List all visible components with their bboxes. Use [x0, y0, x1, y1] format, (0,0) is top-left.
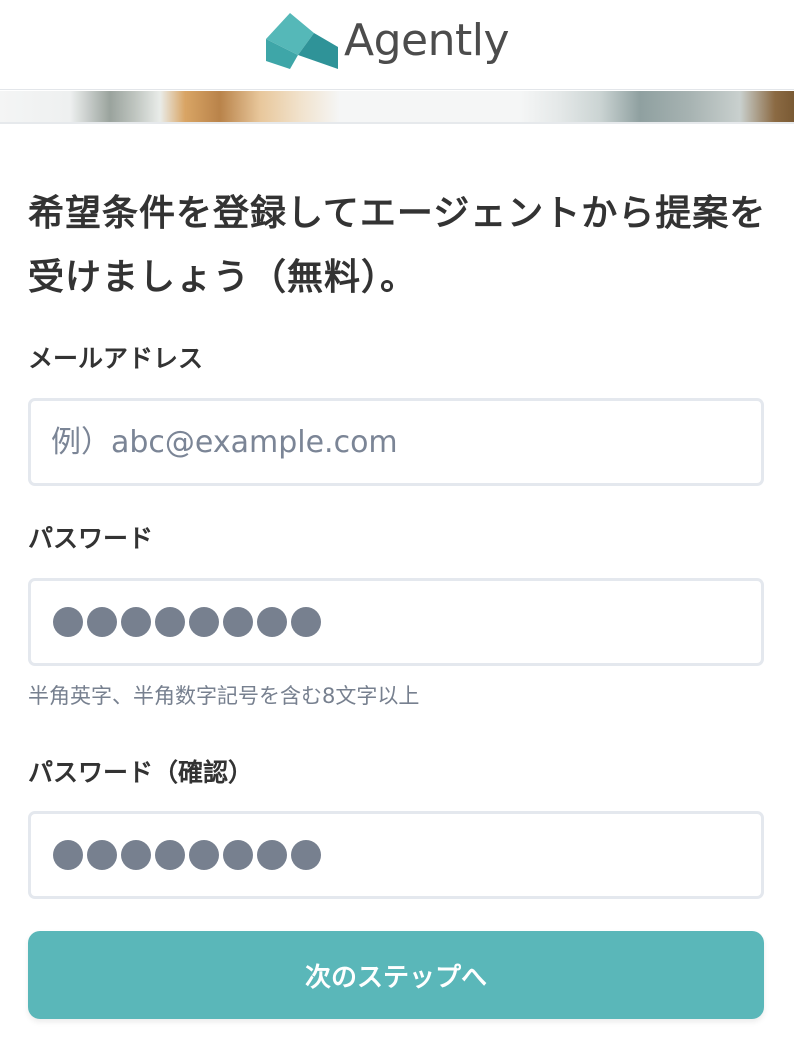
next-step-button[interactable]: 次のステップへ [28, 931, 764, 1019]
brand-name: Agently [344, 15, 510, 66]
password-confirm-field[interactable] [31, 814, 761, 896]
hero-banner-image [0, 91, 794, 124]
page-heading: 希望条件を登録してエージェントから提案を受けましょう（無料）。 [28, 193, 767, 298]
site-header: Agently [0, 0, 794, 90]
password-label: パスワード [28, 524, 154, 553]
agently-logo-icon [266, 13, 338, 69]
email-field-container [28, 398, 764, 486]
email-label: メールアドレス [28, 344, 204, 373]
password-confirm-field-container [28, 811, 764, 899]
password-field[interactable] [31, 581, 761, 663]
password-field-container [28, 578, 764, 666]
password-confirm-label: パスワード（確認） [28, 758, 254, 787]
password-hint: 半角英字、半角数字記号を含む8文字以上 [28, 684, 420, 708]
brand-logo[interactable]: Agently [264, 10, 510, 72]
email-field[interactable] [31, 401, 761, 483]
